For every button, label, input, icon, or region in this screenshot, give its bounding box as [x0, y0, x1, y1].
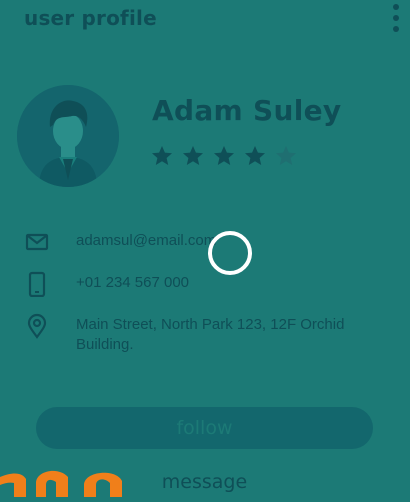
star-filled-icon — [183, 146, 203, 165]
page-title: user profile — [24, 6, 157, 30]
follow-button[interactable]: follow — [36, 407, 373, 449]
star-filled-icon — [214, 146, 234, 165]
avatar — [17, 85, 119, 187]
address-value[interactable]: Main Street, North Park 123, 12F Orchid … — [76, 315, 386, 355]
person-icon — [17, 85, 119, 187]
loading-spinner-icon — [208, 231, 252, 275]
header: user profile — [0, 0, 410, 40]
phone-icon — [28, 271, 46, 297]
star-filled-icon — [245, 146, 265, 165]
star-empty-icon — [276, 146, 296, 165]
star-filled-icon — [152, 146, 172, 165]
location-pin-icon — [27, 313, 47, 339]
phone-value[interactable]: +01 234 567 000 — [76, 273, 386, 293]
user-profile-screen: user profile Adam Suley adamsul@email.co… — [0, 0, 410, 497]
profile-name: Adam Suley — [152, 94, 342, 127]
rating-stars — [150, 144, 298, 168]
mail-icon — [25, 233, 49, 251]
more-vertical-icon[interactable] — [392, 4, 400, 36]
brand-logo-fragment — [0, 470, 122, 497]
